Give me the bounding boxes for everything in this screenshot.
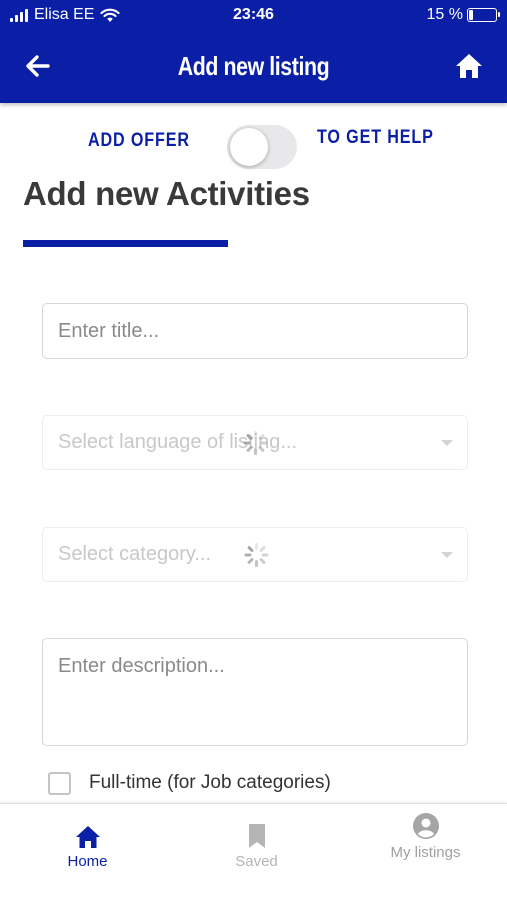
page-title: Add new listing bbox=[177, 51, 330, 81]
title-input[interactable]: Enter title... bbox=[42, 303, 468, 359]
description-placeholder: Enter description... bbox=[58, 655, 225, 677]
tab-home[interactable]: Home bbox=[3, 804, 172, 894]
chevron-down-icon bbox=[441, 551, 453, 558]
bookmark-icon bbox=[248, 824, 265, 848]
status-right: 15 % bbox=[426, 6, 500, 24]
offer-help-toggle-row: ADD OFFER TO GET HELP bbox=[0, 125, 507, 171]
description-textarea[interactable]: Enter description... bbox=[42, 638, 468, 746]
form-heading: Add new Activities bbox=[23, 175, 310, 212]
battery-icon bbox=[467, 8, 500, 22]
loading-spinner-icon bbox=[244, 543, 269, 567]
heading-underline bbox=[23, 240, 228, 247]
home-icon bbox=[75, 826, 100, 848]
status-bar: Elisa EE 23:46 15 % bbox=[0, 0, 507, 30]
add-offer-label: ADD OFFER bbox=[88, 130, 190, 151]
tab-home-label: Home bbox=[67, 853, 108, 870]
user-circle-icon bbox=[412, 813, 439, 839]
fulltime-checkbox[interactable] bbox=[48, 771, 71, 795]
title-placeholder: Enter title... bbox=[58, 319, 160, 342]
offer-help-switch[interactable] bbox=[227, 125, 297, 169]
tab-my-listings[interactable]: My listings bbox=[341, 804, 507, 894]
category-placeholder: Select category... bbox=[58, 543, 212, 565]
chevron-down-icon bbox=[441, 439, 453, 446]
home-icon[interactable] bbox=[453, 50, 485, 82]
language-select[interactable]: Select language of listing... bbox=[42, 415, 468, 470]
battery-percent: 15 % bbox=[426, 6, 463, 23]
category-select[interactable]: Select category... bbox=[42, 527, 468, 582]
fulltime-label: Full-time (for Job categories) bbox=[89, 772, 331, 793]
switch-knob bbox=[230, 128, 268, 166]
loading-spinner-icon bbox=[243, 431, 268, 455]
tab-saved-label: Saved bbox=[235, 853, 278, 870]
tab-saved[interactable]: Saved bbox=[172, 804, 341, 894]
navbar: Add new listing bbox=[0, 30, 507, 103]
get-help-label: TO GET HELP bbox=[317, 127, 434, 148]
bottom-tab-bar: Home Saved My listings bbox=[0, 803, 507, 900]
fulltime-row: Full-time (for Job categories) bbox=[48, 770, 331, 796]
app-header: Elisa EE 23:46 15 % Add new listing bbox=[0, 0, 507, 103]
tab-my-listings-label: My listings bbox=[390, 844, 461, 861]
